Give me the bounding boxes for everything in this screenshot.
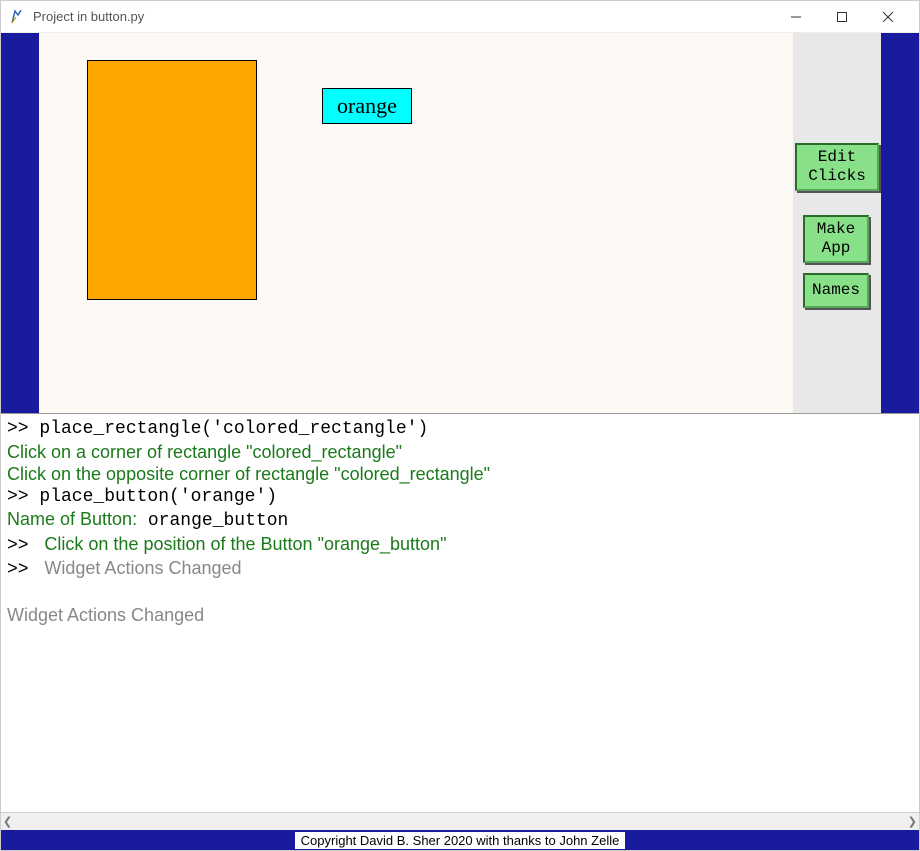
right-margin — [881, 33, 919, 413]
footer: Copyright David B. Sher 2020 with thanks… — [1, 830, 919, 850]
console-line: >> place_rectangle('colored_rectangle') — [7, 418, 913, 441]
close-button[interactable] — [865, 2, 911, 32]
colored-rectangle[interactable] — [87, 60, 257, 300]
scroll-right-icon[interactable]: ❯ — [908, 815, 917, 828]
upper-area: orange Edit Clicks Make App Names — [1, 33, 919, 413]
console-line: >> Widget Actions Changed — [7, 557, 913, 582]
window-title: Project in button.py — [33, 9, 773, 24]
app-window: Project in button.py orange Edit Clicks … — [0, 0, 920, 851]
console-line: Widget Actions Changed — [7, 604, 913, 627]
edit-clicks-button[interactable]: Edit Clicks — [795, 143, 879, 191]
maximize-button[interactable] — [819, 2, 865, 32]
console-line: >> place_button('orange') — [7, 486, 913, 509]
canvas[interactable]: orange — [39, 33, 793, 413]
console-line: Click on a corner of rectangle "colored_… — [7, 441, 913, 464]
copyright-text: Copyright David B. Sher 2020 with thanks… — [295, 832, 626, 849]
orange-button[interactable]: orange — [322, 88, 412, 124]
scroll-left-icon[interactable]: ❮ — [3, 815, 12, 828]
console[interactable]: >> place_rectangle('colored_rectangle')C… — [1, 413, 919, 812]
console-wrap: >> place_rectangle('colored_rectangle')C… — [1, 413, 919, 830]
console-line: Name of Button: orange_button — [7, 508, 913, 533]
python-feather-icon — [9, 9, 25, 25]
left-margin — [1, 33, 39, 413]
titlebar: Project in button.py — [1, 1, 919, 33]
minimize-button[interactable] — [773, 2, 819, 32]
console-line — [7, 582, 913, 605]
console-line: Click on the opposite corner of rectangl… — [7, 463, 913, 486]
sidebar: Edit Clicks Make App Names — [793, 33, 881, 413]
console-line: >> Click on the position of the Button "… — [7, 533, 913, 558]
main-frame: orange Edit Clicks Make App Names >> pla… — [1, 33, 919, 850]
names-button[interactable]: Names — [803, 273, 869, 308]
window-controls — [773, 2, 911, 32]
make-app-button[interactable]: Make App — [803, 215, 869, 263]
horizontal-scrollbar[interactable]: ❮ ❯ — [1, 812, 919, 830]
